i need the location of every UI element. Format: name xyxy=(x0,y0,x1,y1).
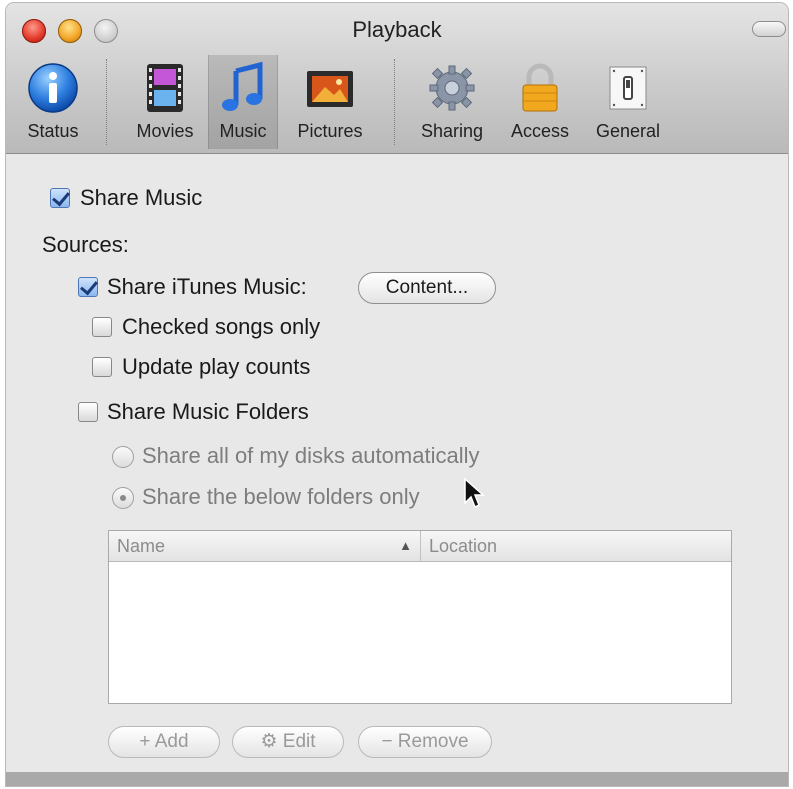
update-play-counts-label: Update play counts xyxy=(122,354,311,379)
share-music-folders-label: Share Music Folders xyxy=(107,399,309,424)
name-column-header[interactable]: Name ▲ xyxy=(109,531,421,561)
info-icon xyxy=(28,63,78,113)
toolbar-sharing-label: Sharing xyxy=(420,121,484,141)
share-music-label: Share Music xyxy=(80,185,203,210)
share-all-disks-label: Share all of my disks automatically xyxy=(142,443,480,468)
toolbar-access[interactable]: Access xyxy=(500,55,580,149)
checked-songs-only-label: Checked songs only xyxy=(122,314,321,339)
toolbar-general[interactable]: General xyxy=(584,55,672,149)
music-note-icon xyxy=(222,61,263,111)
music-settings-pane: Share Music Sources: Share iTunes Music:… xyxy=(6,154,788,772)
toolbar-status-label: Status xyxy=(27,121,79,141)
toolbar-status[interactable]: Status xyxy=(8,55,98,149)
gear-icon xyxy=(429,65,475,111)
toolbar-pictures-label: Pictures xyxy=(297,121,363,141)
share-below-folders-radio[interactable] xyxy=(112,487,134,509)
checked-songs-only-checkbox[interactable] xyxy=(92,317,112,337)
window-title: Playback xyxy=(352,17,442,42)
shared-folders-table[interactable]: Name ▲ Location xyxy=(108,530,732,704)
film-icon xyxy=(147,64,183,112)
toolbar-separator xyxy=(394,59,395,145)
preferences-window: Playback Status Movies Music Pictures Sh… xyxy=(6,3,788,786)
switch-icon xyxy=(609,66,647,110)
content-button[interactable]: Content... xyxy=(358,272,496,304)
add-folder-button[interactable]: + Add xyxy=(108,726,220,758)
share-music-folders-checkbox[interactable] xyxy=(78,402,98,422)
table-header: Name ▲ Location xyxy=(109,531,731,562)
toolbar-movies-label: Movies xyxy=(136,121,194,141)
toolbar-sharing[interactable]: Sharing xyxy=(408,55,496,149)
toolbar-music-label: Music xyxy=(219,121,267,141)
toolbar-pictures[interactable]: Pictures xyxy=(282,55,378,149)
remove-folder-button[interactable]: − Remove xyxy=(358,726,492,758)
sources-label: Sources: xyxy=(42,232,129,257)
window-toolbar: Playback Status Movies Music Pictures Sh… xyxy=(6,3,788,154)
share-music-checkbox[interactable] xyxy=(50,188,70,208)
picture-icon xyxy=(307,71,353,107)
share-below-folders-label: Share the below folders only xyxy=(142,484,420,509)
toolbar-movies[interactable]: Movies xyxy=(124,55,206,149)
toolbar-music[interactable]: Music xyxy=(208,55,278,149)
toolbar-toggle-button[interactable] xyxy=(752,21,786,37)
mouse-pointer-icon xyxy=(464,477,485,509)
sort-ascending-icon: ▲ xyxy=(399,538,412,553)
share-all-disks-radio[interactable] xyxy=(112,446,134,468)
window-bottom-bar xyxy=(6,772,788,786)
toolbar-access-label: Access xyxy=(510,121,570,141)
toolbar-separator xyxy=(106,59,107,145)
toolbar-general-label: General xyxy=(595,121,661,141)
edit-folder-button[interactable]: ⚙ Edit xyxy=(232,726,344,758)
update-play-counts-checkbox[interactable] xyxy=(92,357,112,377)
location-column-label: Location xyxy=(429,536,498,556)
share-itunes-music-label: Share iTunes Music: xyxy=(107,274,307,299)
name-column-label: Name xyxy=(117,536,166,556)
location-column-header[interactable]: Location xyxy=(421,531,731,561)
padlock-icon xyxy=(522,63,558,112)
share-itunes-music-checkbox[interactable] xyxy=(78,277,98,297)
